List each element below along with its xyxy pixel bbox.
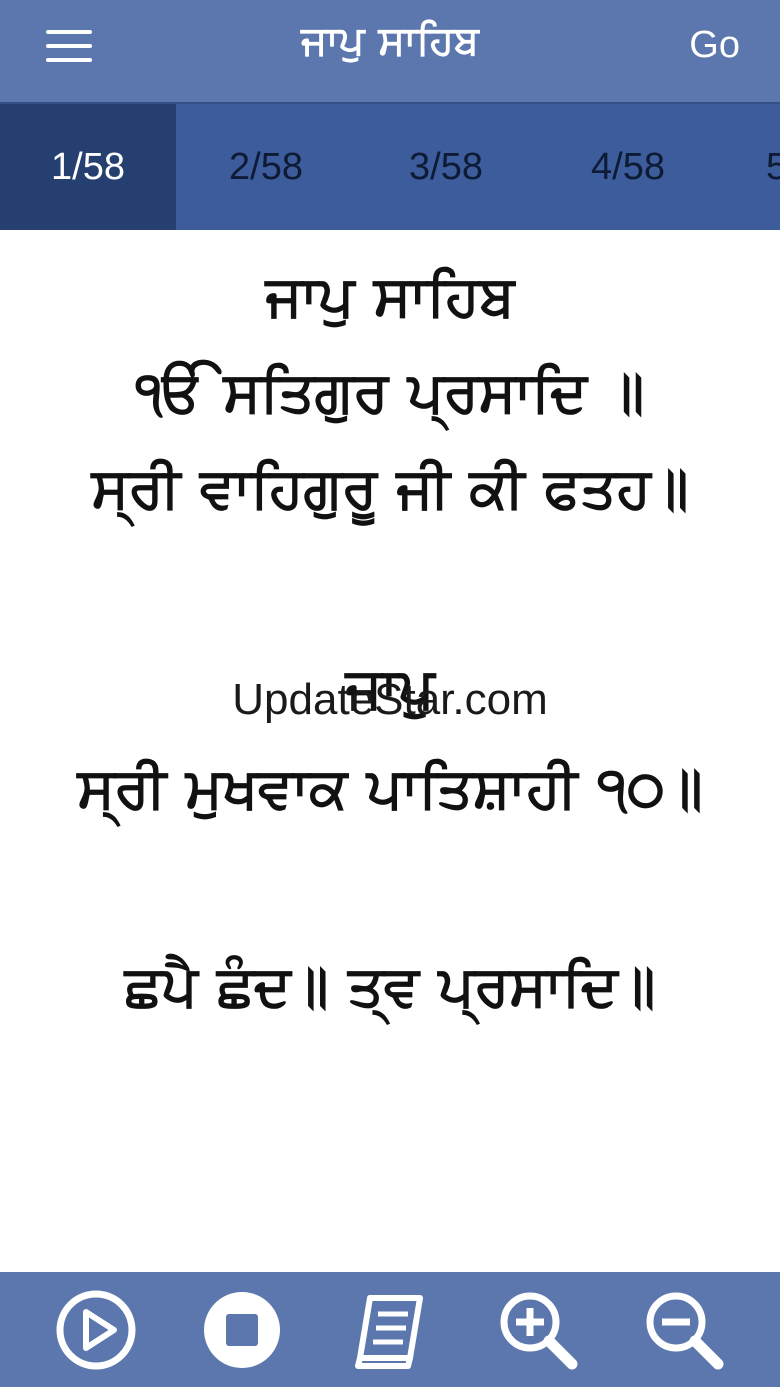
tab-page-5[interactable]: 5/58 xyxy=(752,104,780,230)
text-line: ੴ ਸਤਿਗੁਰ ਪ੍ਰਸਾਦਿ ॥ xyxy=(135,360,645,425)
top-app-bar: ਜਾਪੁ ਸਾਹਿਬ Go xyxy=(0,0,780,102)
text-line: ਛਪੈ ਛੰਦ॥ ਤ੍ਵ ਪ੍ਰਸਾਦਿ॥ xyxy=(124,954,656,1019)
text-line: ਜਾਪੁ ਸਾਹਿਬ xyxy=(265,264,515,329)
text-line: ਸ੍ਰੀ ਵਾਹਿਗੁਰੂ ਜੀ ਕੀ ਫਤਹ॥ xyxy=(91,456,689,521)
play-icon[interactable] xyxy=(54,1288,138,1372)
text-line: ਸ੍ਰੀ ਮੁਖਵਾਕ ਪਾਤਿਸ਼ਾਹੀ ੧੦॥ xyxy=(77,756,703,821)
go-button[interactable]: Go xyxy=(689,24,740,67)
scripture-content: ਜਾਪੁ ਸਾਹਿਬ ੴ ਸਤਿਗੁਰ ਪ੍ਰਸਾਦਿ ॥ ਸ੍ਰੀ ਵਾਹਿਗ… xyxy=(0,230,780,1272)
zoom-in-icon[interactable] xyxy=(496,1288,580,1372)
page-tabs: 1/58 2/58 3/58 4/58 5/58 xyxy=(0,102,780,230)
page-title: ਜਾਪੁ ਸਾਹਿਬ xyxy=(301,18,479,64)
watermark: UpdateStar.com xyxy=(232,675,548,724)
tab-page-2[interactable]: 2/58 xyxy=(176,104,356,230)
tab-page-4[interactable]: 4/58 xyxy=(536,104,720,230)
book-icon[interactable] xyxy=(348,1288,432,1372)
bottom-toolbar xyxy=(0,1272,780,1387)
zoom-out-icon[interactable] xyxy=(642,1288,726,1372)
stop-icon[interactable] xyxy=(200,1288,284,1372)
tab-page-3[interactable]: 3/58 xyxy=(356,104,536,230)
tab-page-1[interactable]: 1/58 xyxy=(0,104,176,230)
